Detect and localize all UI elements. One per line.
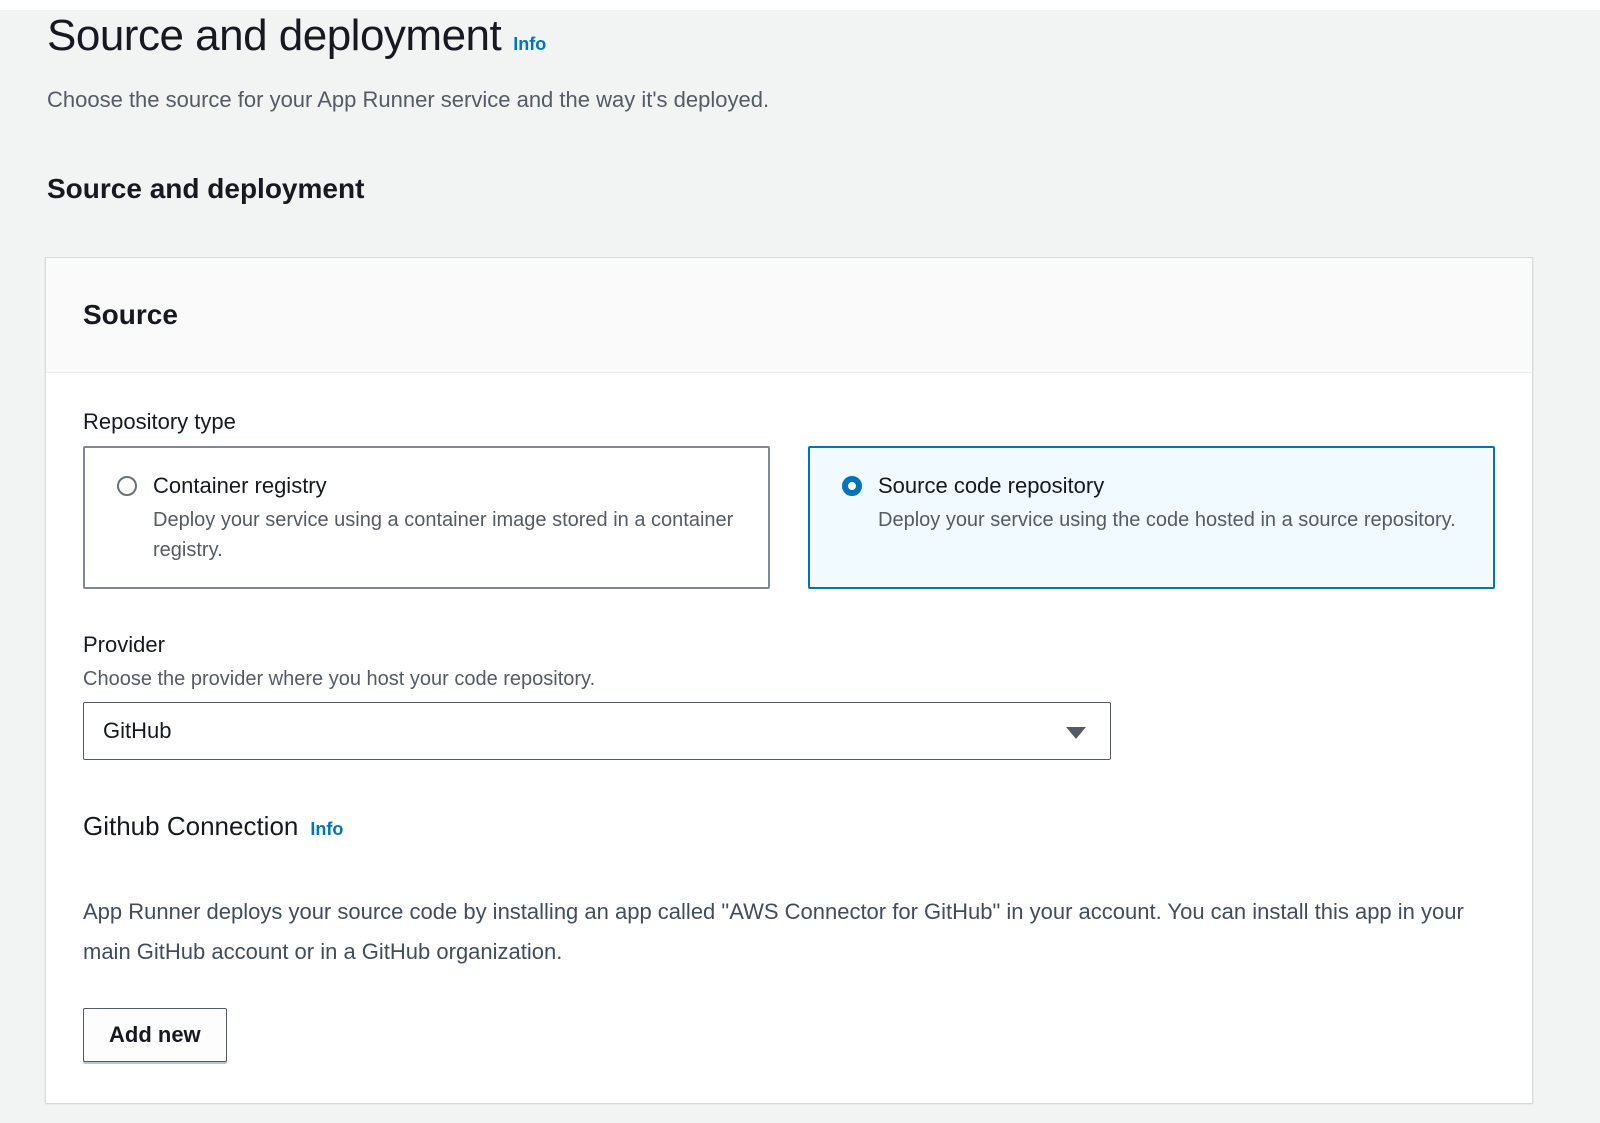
- provider-block: Provider Choose the provider where you h…: [83, 631, 1495, 760]
- tile-description: Deploy your service using a container im…: [153, 505, 740, 565]
- github-connection-heading: Github Connection: [83, 811, 298, 841]
- source-panel-header: Source: [46, 258, 1532, 373]
- tile-title: Container registry: [153, 471, 740, 501]
- radio-selected-icon[interactable]: [842, 476, 862, 496]
- tile-source-code-repository[interactable]: Source code repository Deploy your servi…: [808, 446, 1495, 589]
- tile-text: Container registry Deploy your service u…: [153, 471, 740, 565]
- tile-description: Deploy your service using the code hoste…: [878, 505, 1456, 535]
- provider-select-value: GitHub: [103, 718, 171, 744]
- github-connection-heading-row: Github Connection Info: [83, 810, 1495, 842]
- page-title: Source and deployment: [47, 11, 501, 60]
- provider-help: Choose the provider where you host your …: [83, 665, 1495, 693]
- page-header: Source and deployment Info Choose the sou…: [45, 10, 1533, 114]
- add-new-button[interactable]: Add new: [83, 1008, 227, 1062]
- top-bar: [0, 0, 1600, 10]
- provider-label: Provider: [83, 631, 1495, 659]
- repository-type-label: Repository type: [83, 408, 1495, 436]
- github-connection-info-link[interactable]: Info: [310, 819, 343, 839]
- provider-select[interactable]: GitHub: [83, 702, 1111, 760]
- page-title-info-link[interactable]: Info: [513, 34, 546, 54]
- main-content: Source and deployment Info Choose the sou…: [0, 10, 1600, 1103]
- tile-title: Source code repository: [878, 471, 1456, 501]
- section-heading: Source and deployment: [45, 172, 1533, 206]
- repository-type-tiles: Container registry Deploy your service u…: [83, 446, 1495, 589]
- tile-container-registry[interactable]: Container registry Deploy your service u…: [83, 446, 770, 589]
- radio-unselected-icon[interactable]: [117, 476, 137, 496]
- page-subtitle: Choose the source for your App Runner se…: [47, 86, 1533, 114]
- source-panel-title: Source: [83, 298, 1495, 332]
- tile-text: Source code repository Deploy your servi…: [878, 471, 1456, 535]
- github-connection-description: App Runner deploys your source code by i…: [83, 892, 1473, 972]
- caret-down-icon: [1066, 727, 1086, 739]
- source-panel-body: Repository type Container registry Deplo…: [46, 373, 1532, 1102]
- source-panel: Source Repository type Container registr…: [45, 257, 1533, 1103]
